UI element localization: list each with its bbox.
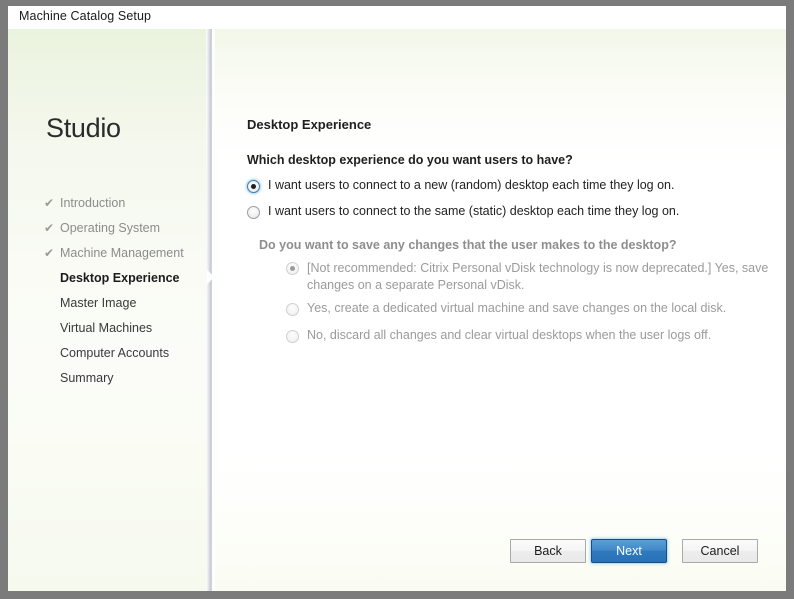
sidebar-item-label: Introduction bbox=[60, 196, 126, 210]
sidebar-item-label: Computer Accounts bbox=[60, 346, 170, 360]
panel-divider bbox=[206, 29, 215, 591]
navigation-panel: Studio ✔ Introduction ✔ Operating System… bbox=[8, 29, 206, 591]
sidebar-item-label: Operating System bbox=[60, 221, 161, 235]
sidebar-item-introduction[interactable]: ✔ Introduction bbox=[44, 191, 214, 216]
sidebar-item-computer-accounts[interactable]: Computer Accounts bbox=[44, 341, 214, 366]
page-title: Desktop Experience bbox=[247, 117, 372, 132]
radio-button-icon bbox=[286, 330, 299, 343]
sidebar-item-master-image[interactable]: Master Image bbox=[44, 291, 214, 316]
back-button[interactable]: Back bbox=[510, 539, 586, 563]
sidebar-item-desktop-experience[interactable]: Desktop Experience bbox=[44, 266, 214, 291]
window-title: Machine Catalog Setup bbox=[19, 9, 152, 23]
radio-option-label: I want users to connect to the same (sta… bbox=[268, 204, 680, 218]
sidebar-item-label: Summary bbox=[60, 371, 114, 385]
check-icon: ✔ bbox=[44, 196, 55, 210]
sidebar-item-label: Desktop Experience bbox=[60, 271, 180, 285]
radio-option-static-desktop[interactable]: I want users to connect to the same (sta… bbox=[247, 204, 680, 219]
radio-suboption-dedicated-vm: Yes, create a dedicated virtual machine … bbox=[286, 301, 727, 316]
window-frame: Machine Catalog Setup Studio ✔ Introduct… bbox=[0, 0, 794, 599]
radio-suboption-label: No, discard all changes and clear virtua… bbox=[307, 328, 712, 342]
radio-suboption-label: [Not recommended: Citrix Personal vDisk … bbox=[307, 261, 769, 292]
next-button[interactable]: Next bbox=[591, 539, 667, 563]
radio-option-label: I want users to connect to a new (random… bbox=[268, 178, 675, 192]
current-step-pointer-icon bbox=[207, 270, 214, 284]
radio-button-icon bbox=[286, 303, 299, 316]
sidebar-item-operating-system[interactable]: ✔ Operating System bbox=[44, 216, 214, 241]
sidebar-item-label: Master Image bbox=[60, 296, 137, 310]
sidebar-item-summary[interactable]: Summary bbox=[44, 366, 214, 391]
check-icon: ✔ bbox=[44, 221, 55, 235]
radio-button-icon[interactable] bbox=[247, 180, 260, 193]
cancel-button[interactable]: Cancel bbox=[682, 539, 758, 563]
title-bar: Machine Catalog Setup bbox=[8, 6, 786, 29]
sidebar-item-label: Virtual Machines bbox=[60, 321, 153, 335]
main-question-label: Which desktop experience do you want use… bbox=[247, 153, 573, 167]
radio-suboption-discard-changes: No, discard all changes and clear virtua… bbox=[286, 328, 712, 343]
sidebar-item-label: Machine Management bbox=[60, 246, 184, 260]
radio-option-random-desktop[interactable]: I want users to connect to a new (random… bbox=[247, 178, 675, 193]
radio-suboption-personal-vdisk: [Not recommended: Citrix Personal vDisk … bbox=[286, 260, 777, 294]
content-panel: Desktop Experience Which desktop experie… bbox=[215, 29, 786, 591]
sidebar-item-machine-management[interactable]: ✔ Machine Management bbox=[44, 241, 214, 266]
radio-button-icon[interactable] bbox=[247, 206, 260, 219]
radio-suboption-label: Yes, create a dedicated virtual machine … bbox=[307, 301, 727, 315]
check-icon: ✔ bbox=[44, 246, 55, 260]
wizard-step-list: ✔ Introduction ✔ Operating System ✔ Mach… bbox=[44, 191, 214, 391]
studio-logo: Studio bbox=[46, 113, 121, 143]
wizard-body: Studio ✔ Introduction ✔ Operating System… bbox=[8, 29, 786, 591]
footer-button-bar: Back Next Cancel bbox=[215, 529, 786, 591]
sub-question-label: Do you want to save any changes that the… bbox=[259, 238, 677, 252]
radio-button-icon bbox=[286, 262, 299, 275]
sidebar-item-virtual-machines[interactable]: Virtual Machines bbox=[44, 316, 214, 341]
